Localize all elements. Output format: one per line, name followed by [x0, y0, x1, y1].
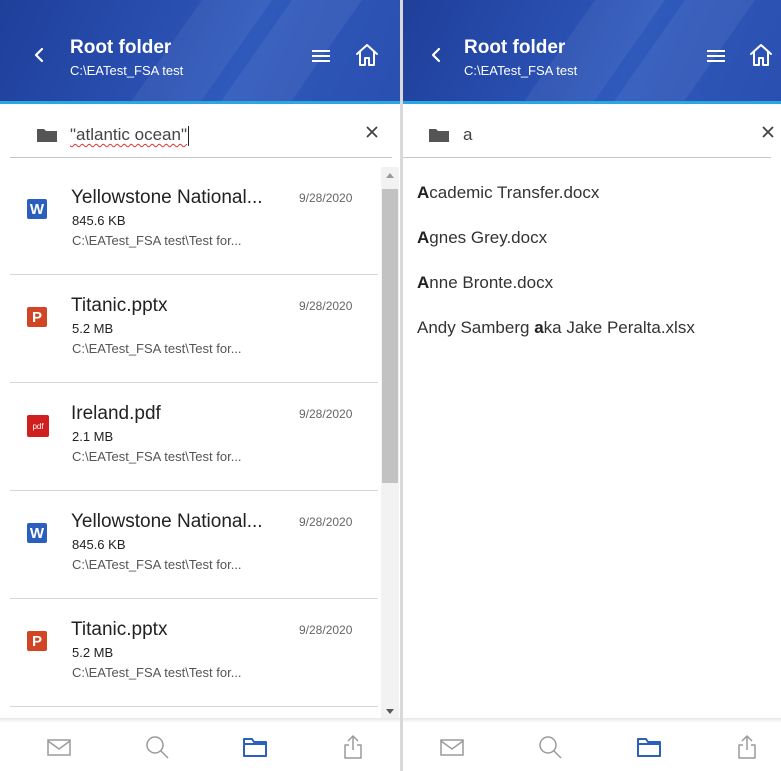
suggestion-item[interactable]: Anne Bronte.docx — [417, 260, 777, 305]
file-path: C:\EATest_FSA test\Test for... — [72, 341, 242, 356]
search-input[interactable]: a — [463, 122, 472, 148]
page-title: Root folder — [70, 37, 172, 58]
file-path: C:\EATest_FSA test\Test for... — [72, 665, 242, 680]
nav-share-button[interactable] — [734, 734, 760, 760]
clear-search-button[interactable] — [364, 124, 380, 140]
powerpoint-file-icon: P — [27, 307, 47, 327]
file-size: 845.6 KB — [72, 213, 126, 228]
share-icon — [738, 735, 756, 759]
search-icon — [146, 736, 169, 759]
file-size: 845.6 KB — [72, 537, 126, 552]
file-name: Yellowstone National... — [71, 187, 263, 208]
app-header: Root folder C:\EATest_FSA test — [0, 0, 400, 104]
search-bar: a — [403, 110, 774, 158]
word-file-icon: W — [27, 523, 47, 543]
scrollbar[interactable] — [381, 167, 399, 720]
home-icon — [750, 44, 772, 66]
app-header: Root folder C:\EATest_FSA test — [403, 0, 781, 104]
word-file-icon: W — [27, 199, 47, 219]
scroll-up-arrow[interactable] — [386, 173, 394, 178]
folder-icon — [37, 129, 57, 142]
list-item[interactable]: pdf Ireland.pdf 2.1 MB C:\EATest_FSA tes… — [10, 383, 378, 491]
file-name: Yellowstone National... — [71, 511, 263, 532]
folder-icon — [429, 129, 449, 142]
file-date: 9/28/2020 — [299, 299, 353, 313]
folder-icon — [243, 738, 267, 757]
folder-icon — [637, 738, 661, 757]
list-item[interactable]: W Yellowstone National... 845.6 KB C:\EA… — [10, 167, 378, 275]
bottom-nav — [0, 723, 400, 771]
suggestion-item[interactable]: Academic Transfer.docx — [417, 170, 777, 215]
list-item[interactable]: P Titanic.pptx 5.2 MB C:\EATest_FSA test… — [10, 599, 378, 707]
home-button[interactable] — [354, 41, 380, 69]
file-size: 2.1 MB — [72, 429, 114, 444]
chevron-left-icon — [34, 47, 44, 63]
right-pane: Root folder C:\EATest_FSA test a Academi… — [403, 0, 781, 771]
clear-search-button[interactable] — [760, 124, 776, 140]
text-caret — [187, 125, 189, 146]
suggestion-item[interactable]: Andy Samberg aka Jake Peralta.xlsx — [417, 305, 777, 350]
file-path: C:\EATest_FSA test\Test for... — [72, 233, 242, 248]
nav-search-button[interactable] — [537, 734, 563, 760]
file-path: C:\EATest_FSA test\Test for... — [72, 449, 242, 464]
scrollbar-thumb[interactable] — [382, 189, 398, 483]
list-item[interactable]: P Titanic.pptx 5.2 MB C:\EATest_FSA test… — [10, 275, 378, 383]
list-item[interactable]: W Yellowstone National... 845.6 KB C:\EA… — [10, 491, 378, 599]
left-pane: Root folder C:\EATest_FSA test "atlantic… — [0, 0, 400, 771]
chevron-left-icon — [431, 47, 441, 63]
page-title: Root folder — [464, 37, 566, 58]
nav-search-button[interactable] — [144, 734, 170, 760]
home-icon — [356, 44, 378, 66]
nav-mail-button[interactable] — [439, 734, 465, 760]
nav-share-button[interactable] — [340, 734, 366, 760]
file-name: Ireland.pdf — [71, 403, 161, 424]
file-path: C:\EATest_FSA test\Test for... — [72, 557, 242, 572]
hamburger-menu-icon — [312, 50, 330, 62]
file-name: Titanic.pptx — [71, 295, 168, 316]
back-button[interactable] — [28, 44, 50, 66]
suggestion-item[interactable]: Agnes Grey.docx — [417, 215, 777, 260]
powerpoint-file-icon: P — [27, 631, 47, 651]
file-date: 9/28/2020 — [299, 623, 353, 637]
close-icon — [762, 126, 774, 138]
hamburger-menu-icon — [707, 50, 725, 62]
file-date: 9/28/2020 — [299, 191, 353, 205]
nav-folder-button[interactable] — [242, 734, 268, 760]
home-button[interactable] — [748, 41, 774, 69]
scroll-down-arrow[interactable] — [386, 709, 394, 714]
file-size: 5.2 MB — [72, 321, 114, 336]
back-button[interactable] — [425, 44, 447, 66]
nav-mail-button[interactable] — [46, 734, 72, 760]
search-bar: "atlantic ocean" — [10, 110, 392, 158]
file-size: 5.2 MB — [72, 645, 114, 660]
file-date: 9/28/2020 — [299, 515, 353, 529]
search-results-list: W Yellowstone National... 845.6 KB C:\EA… — [10, 167, 378, 722]
search-input[interactable]: "atlantic ocean" — [70, 122, 189, 148]
nav-folder-button[interactable] — [636, 734, 662, 760]
folder-path: C:\EATest_FSA test — [464, 63, 578, 78]
bottom-nav — [403, 723, 781, 771]
mail-icon — [47, 739, 71, 756]
pdf-file-icon: pdf — [27, 415, 49, 437]
share-icon — [344, 735, 362, 759]
file-date: 9/28/2020 — [299, 407, 353, 421]
mail-icon — [440, 739, 464, 756]
menu-button[interactable] — [705, 47, 727, 65]
close-icon — [366, 126, 378, 138]
search-suggestions: Academic Transfer.docx Agnes Grey.docx A… — [417, 170, 777, 350]
file-name: Titanic.pptx — [71, 619, 168, 640]
search-icon — [539, 736, 562, 759]
folder-path: C:\EATest_FSA test — [70, 63, 184, 78]
menu-button[interactable] — [310, 47, 332, 65]
